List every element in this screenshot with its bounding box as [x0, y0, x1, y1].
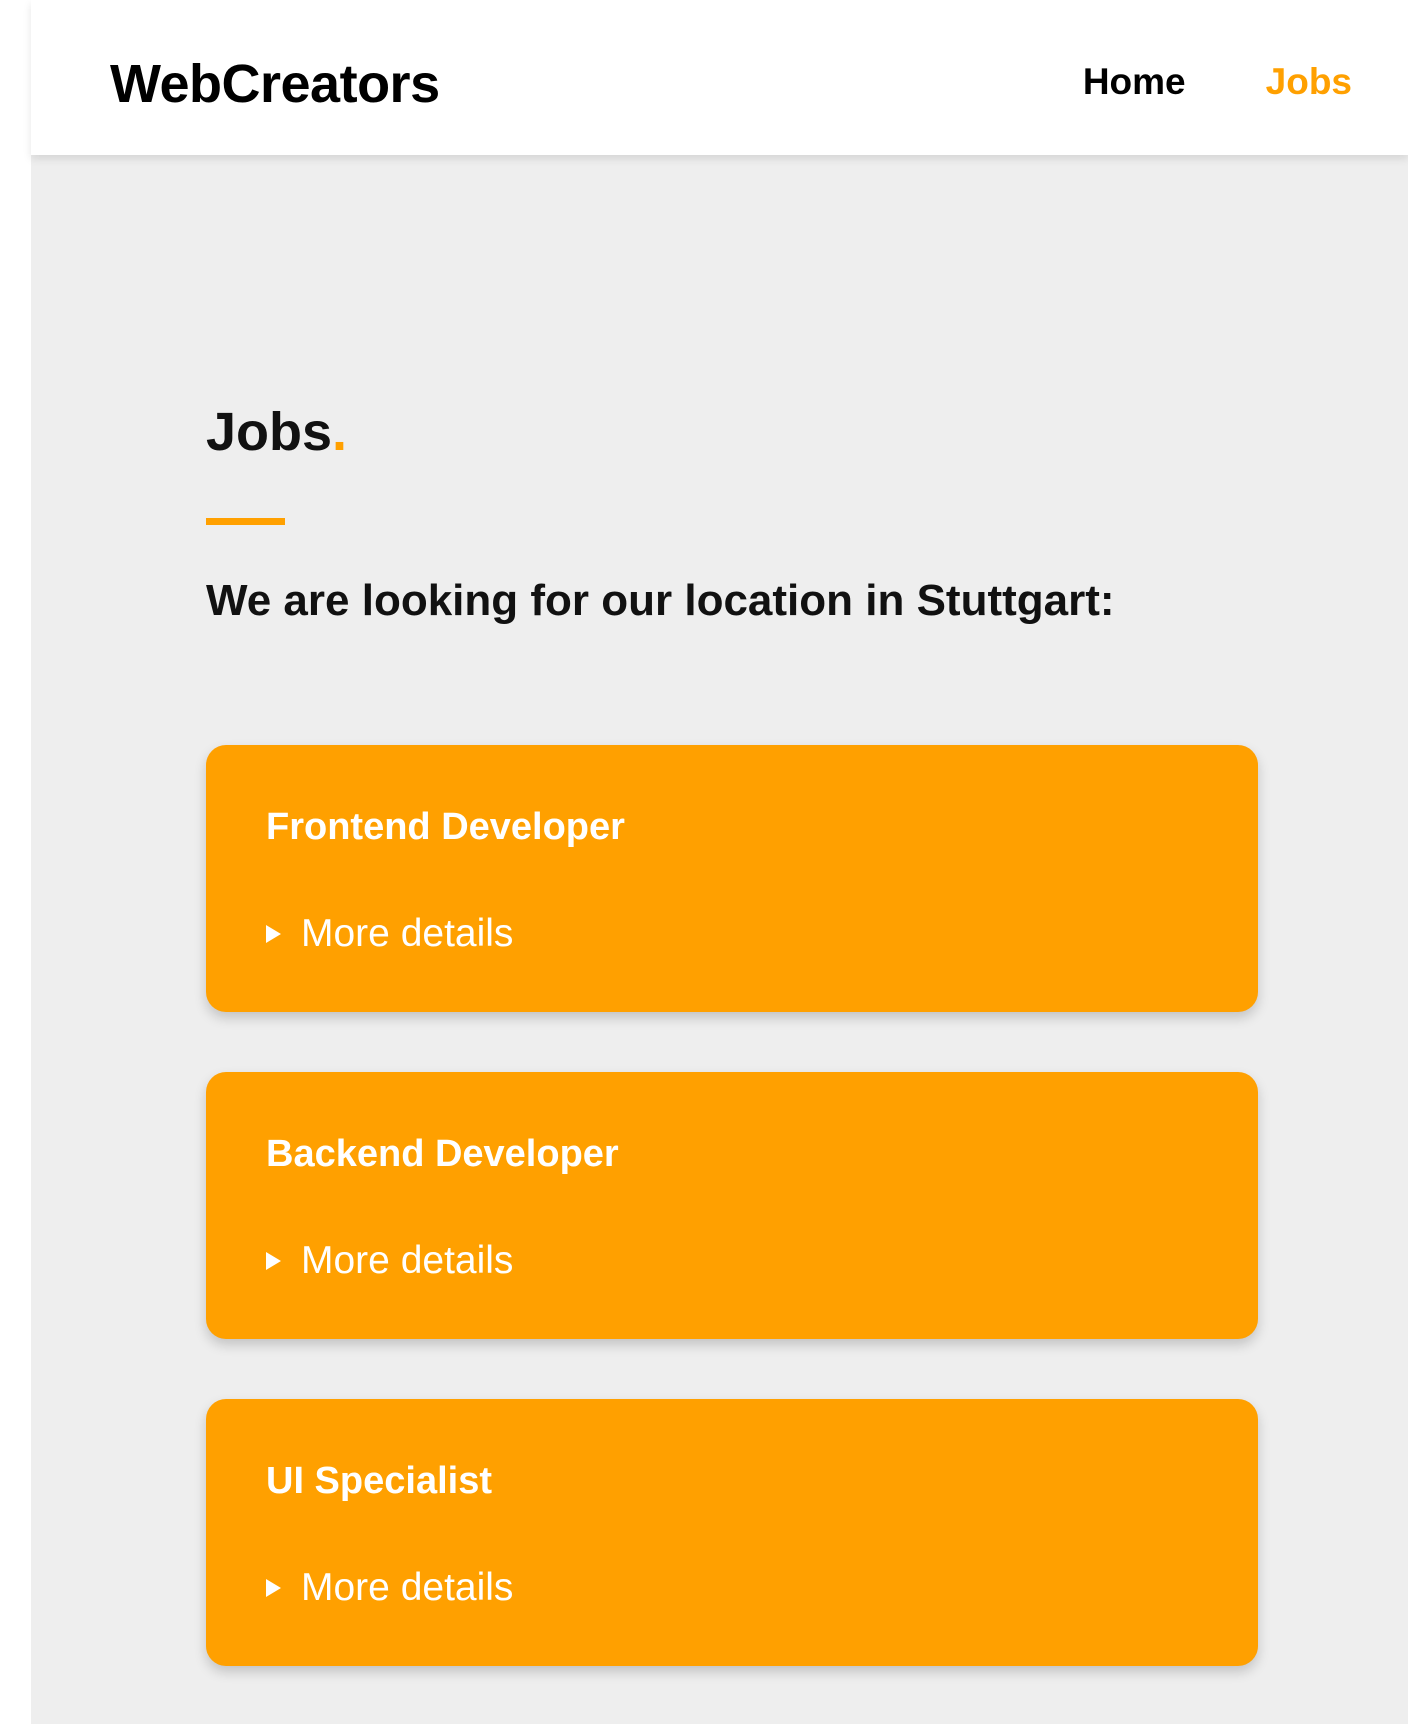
site-header: WebCreators Home Jobs	[31, 0, 1408, 155]
caret-right-icon	[266, 1579, 281, 1597]
nav-link-jobs[interactable]: Jobs	[1266, 58, 1352, 106]
more-details-label: More details	[301, 1566, 514, 1609]
more-details-label: More details	[301, 1239, 514, 1282]
job-card: UI Specialist More details	[206, 1399, 1258, 1666]
more-details-toggle[interactable]: More details	[266, 910, 513, 958]
nav-link-home[interactable]: Home	[1083, 58, 1186, 106]
more-details-toggle[interactable]: More details	[266, 1237, 513, 1285]
caret-right-icon	[266, 1252, 281, 1270]
page: WebCreators Home Jobs Jobs. We are looki…	[0, 0, 1408, 1724]
job-title: Frontend Developer	[266, 806, 625, 848]
page-subtitle: We are looking for our location in Stutt…	[206, 576, 1115, 625]
page-title-dot: .	[332, 402, 348, 462]
caret-right-icon	[266, 925, 281, 943]
job-card: Frontend Developer More details	[206, 745, 1258, 1012]
main-content: Jobs. We are looking for our location in…	[31, 155, 1408, 1724]
title-underline	[206, 518, 285, 525]
brand-logo[interactable]: WebCreators	[110, 52, 440, 116]
job-title: UI Specialist	[266, 1460, 492, 1502]
page-title: Jobs.	[206, 400, 347, 464]
job-title: Backend Developer	[266, 1133, 619, 1175]
more-details-label: More details	[301, 912, 514, 955]
job-card: Backend Developer More details	[206, 1072, 1258, 1339]
main-nav: Home Jobs	[1083, 58, 1352, 106]
more-details-toggle[interactable]: More details	[266, 1564, 513, 1612]
page-title-text: Jobs	[206, 402, 333, 462]
